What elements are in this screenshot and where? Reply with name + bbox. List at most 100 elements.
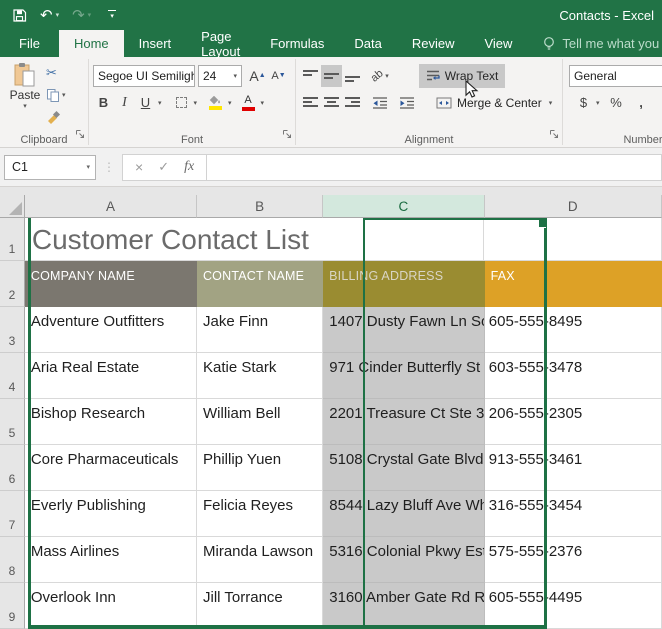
cell-fax[interactable]: 913-555-3461	[485, 445, 662, 491]
column-header-b[interactable]: B	[197, 195, 323, 218]
tab-home[interactable]: Home	[59, 30, 124, 57]
format-painter-button[interactable]	[46, 108, 66, 126]
decrease-indent-button[interactable]	[369, 92, 390, 114]
name-box-dropdown-icon[interactable]: ▾	[86, 163, 90, 171]
cell-company[interactable]: Mass Airlines	[25, 537, 197, 583]
redo-button[interactable]: ↷ ▾	[72, 8, 91, 23]
cell-c1-active[interactable]	[323, 218, 485, 261]
currency-format-button[interactable]: $	[573, 92, 594, 114]
bold-button[interactable]: B	[93, 92, 114, 114]
merge-center-button[interactable]: Merge & Center ▾	[432, 91, 556, 115]
tab-file[interactable]: File	[0, 30, 59, 57]
cell-address[interactable]: 971 Cinder Butterfly St St	[323, 353, 485, 399]
cell-contact[interactable]: Jill Torrance	[197, 583, 323, 629]
cell-company[interactable]: Bishop Research	[25, 399, 197, 445]
cell-contact[interactable]: Felicia Reyes	[197, 491, 323, 537]
grow-font-button[interactable]: A▲	[247, 65, 268, 87]
clipboard-dialog-launcher[interactable]	[75, 126, 85, 144]
number-format-combo[interactable]: General	[569, 65, 662, 87]
cell-fax[interactable]: 605-555-8495	[485, 307, 662, 353]
fill-color-dropdown-icon[interactable]: ▾	[228, 99, 232, 107]
tab-insert[interactable]: Insert	[124, 30, 187, 57]
formula-input[interactable]	[207, 154, 662, 181]
cancel-icon[interactable]: ×	[135, 159, 143, 175]
enter-icon[interactable]: ✓	[158, 159, 169, 175]
customize-qat-button[interactable]: ▾	[108, 10, 116, 21]
font-color-button[interactable]: A	[238, 92, 259, 114]
alignment-dialog-launcher[interactable]	[549, 126, 559, 144]
tab-formulas[interactable]: Formulas	[255, 30, 339, 57]
cell-company[interactable]: Overlook Inn	[25, 583, 197, 629]
column-header-a[interactable]: A	[25, 195, 197, 218]
borders-dropdown-icon[interactable]: ▾	[194, 99, 198, 107]
align-right-button[interactable]	[342, 92, 363, 114]
paste-dropdown-icon[interactable]: ▾	[23, 102, 27, 110]
cell-contact[interactable]: Miranda Lawson	[197, 537, 323, 583]
row-header-7[interactable]: 7	[0, 491, 25, 537]
row-header-6[interactable]: 6	[0, 445, 25, 491]
name-box[interactable]: C1 ▾	[4, 155, 96, 180]
cell-fax[interactable]: 603-555-3478	[485, 353, 662, 399]
insert-function-icon[interactable]: fx	[184, 159, 194, 175]
cell-billing-header[interactable]: BILLING ADDRESS	[323, 261, 485, 307]
cell-contact[interactable]: Jake Finn	[197, 307, 323, 353]
cell-fax[interactable]: 316-555-3454	[485, 491, 662, 537]
cell-address[interactable]: 1407 Dusty Fawn Ln Soap	[323, 307, 485, 353]
increase-indent-button[interactable]	[396, 92, 417, 114]
underline-button[interactable]: U	[135, 92, 156, 114]
percent-format-button[interactable]: %	[606, 92, 627, 114]
column-header-d[interactable]: D	[485, 195, 662, 218]
column-header-c[interactable]: C	[323, 195, 484, 218]
cell-address[interactable]: 5108 Crystal Gate Blvd Tv	[323, 445, 485, 491]
shrink-font-button[interactable]: A▼	[268, 65, 289, 87]
paste-button[interactable]: Paste ▾	[4, 62, 46, 132]
row-header-4[interactable]: 4	[0, 353, 25, 399]
row-header-8[interactable]: 8	[0, 537, 25, 583]
cell-contact-header[interactable]: CONTACT NAME	[197, 261, 323, 307]
font-color-dropdown-icon[interactable]: ▾	[261, 99, 265, 107]
cell-company[interactable]: Core Pharmaceuticals	[25, 445, 197, 491]
wrap-text-button[interactable]: Wrap Text	[419, 64, 506, 88]
tab-page-layout[interactable]: Page Layout	[186, 30, 255, 57]
merge-center-dropdown-icon[interactable]: ▾	[549, 99, 553, 107]
copy-button[interactable]: ▾	[46, 86, 66, 104]
top-align-button[interactable]	[300, 65, 321, 87]
cell-fax[interactable]: 575-555-2376	[485, 537, 662, 583]
font-name-combo[interactable]: Segoe UI Semiligh ▾	[93, 65, 195, 87]
cell-company-header[interactable]: COMPANY NAME	[25, 261, 197, 307]
fill-handle[interactable]	[538, 220, 546, 228]
tell-me-box[interactable]: Tell me what you wa	[543, 30, 662, 57]
save-button[interactable]	[12, 8, 27, 23]
row-header-9[interactable]: 9	[0, 583, 25, 629]
cell-address[interactable]: 3160 Amber Gate Rd Rod	[323, 583, 485, 629]
bottom-align-button[interactable]	[342, 65, 363, 87]
select-all-corner[interactable]	[0, 195, 25, 218]
font-size-combo[interactable]: 24 ▾	[198, 65, 242, 87]
cell-contact[interactable]: Katie Stark	[197, 353, 323, 399]
cell-a1-title[interactable]: Customer Contact List	[25, 218, 323, 261]
align-center-button[interactable]	[321, 92, 342, 114]
comma-format-button[interactable]: ,	[631, 92, 652, 114]
cell-contact[interactable]: Phillip Yuen	[197, 445, 323, 491]
row-header-5[interactable]: 5	[0, 399, 25, 445]
tab-review[interactable]: Review	[397, 30, 470, 57]
cell-contact[interactable]: William Bell	[197, 399, 323, 445]
middle-align-button[interactable]	[321, 65, 342, 87]
orientation-button[interactable]: ab ▾	[371, 70, 389, 82]
italic-button[interactable]: I	[114, 92, 135, 114]
cell-fax-header[interactable]: FAX	[485, 261, 662, 307]
undo-dropdown-icon[interactable]: ▾	[56, 12, 60, 19]
tab-data[interactable]: Data	[339, 30, 396, 57]
row-header-1[interactable]: 1	[0, 218, 25, 261]
cut-button[interactable]: ✂	[46, 64, 66, 82]
cell-company[interactable]: Adventure Outfitters	[25, 307, 197, 353]
undo-button[interactable]: ↶ ▾	[40, 8, 59, 23]
font-size-dropdown-icon[interactable]: ▾	[230, 72, 237, 80]
cell-company[interactable]: Aria Real Estate	[25, 353, 197, 399]
currency-dropdown-icon[interactable]: ▾	[596, 99, 600, 107]
cell-fax[interactable]: 605-555-4495	[485, 583, 662, 629]
row-header-2[interactable]: 2	[0, 261, 25, 307]
align-left-button[interactable]	[300, 92, 321, 114]
cell-company[interactable]: Everly Publishing	[25, 491, 197, 537]
underline-dropdown-icon[interactable]: ▾	[158, 99, 162, 107]
